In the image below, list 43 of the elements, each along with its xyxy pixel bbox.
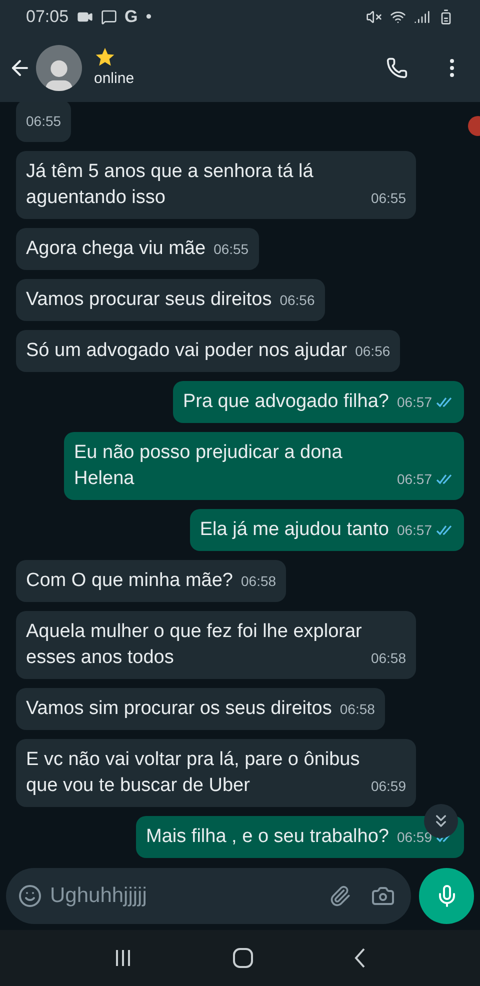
message-time: 06:55 — [26, 112, 62, 131]
home-icon[interactable] — [232, 947, 254, 969]
star-icon — [94, 46, 116, 68]
message-time: 06:59 — [396, 828, 432, 847]
message-text: Mais filha , e o seu trabalho? — [146, 825, 389, 849]
avatar[interactable] — [36, 45, 82, 91]
message-text: Vamos sim procurar os seus direitos — [26, 697, 332, 721]
message-text: Ela já me ajudou tanto — [200, 518, 389, 542]
message-time: 06:59 — [370, 777, 406, 796]
message-text: Pra que advogado filha? — [182, 390, 389, 414]
message-text: Só um advogado vai poder nos ajudar — [26, 339, 348, 363]
message-text: Eu não posso prejudicar a dona Helena — [74, 441, 344, 491]
message-text: Vamos procurar seus direitos — [26, 288, 272, 312]
message-text: Com O que minha mãe? — [26, 569, 233, 593]
message-text: E vc não vai voltar pra lá, pare o ônibus que vou te buscar de Uber — [26, 748, 361, 798]
message-text: Já têm 5 anos que a senhora tá lá aguentando isso — [26, 160, 314, 210]
contact-status: online — [94, 68, 134, 89]
message-text: Agora chega viu mãe — [26, 237, 206, 261]
message-time: 06:56 — [280, 291, 315, 310]
attach-icon[interactable] — [329, 885, 351, 907]
dot-label: • — [146, 6, 152, 28]
g-label: G — [124, 6, 138, 28]
back-nav-icon[interactable] — [352, 947, 367, 969]
message-time: 06:58 — [370, 649, 406, 668]
message-time: 06:55 — [370, 189, 406, 208]
message-time: 06:58 — [241, 572, 276, 591]
message-time: 06:57 — [396, 521, 432, 540]
message-input-field[interactable]: Ughuhhjjjjj — [6, 868, 411, 924]
camera-icon[interactable] — [371, 884, 395, 908]
message-time: 06:56 — [355, 342, 390, 361]
message-time: 06:57 — [396, 393, 432, 412]
wifi-icon — [390, 9, 406, 25]
emoji-icon[interactable] — [18, 884, 42, 908]
clock-time: 07:05 — [26, 6, 69, 28]
message-time: 06:57 — [396, 470, 432, 489]
message-icon — [100, 9, 117, 25]
message-text: Aquela mulher o que fez foi lhe explorar esses anos todos — [26, 620, 363, 670]
signal-icon — [414, 9, 430, 25]
message-time: 06:55 — [214, 240, 249, 259]
message-input[interactable]: Ughuhhjjjjj — [50, 880, 321, 912]
message-time: 06:58 — [340, 700, 375, 719]
mute-icon — [366, 9, 382, 25]
phone-icon[interactable] — [386, 57, 408, 79]
